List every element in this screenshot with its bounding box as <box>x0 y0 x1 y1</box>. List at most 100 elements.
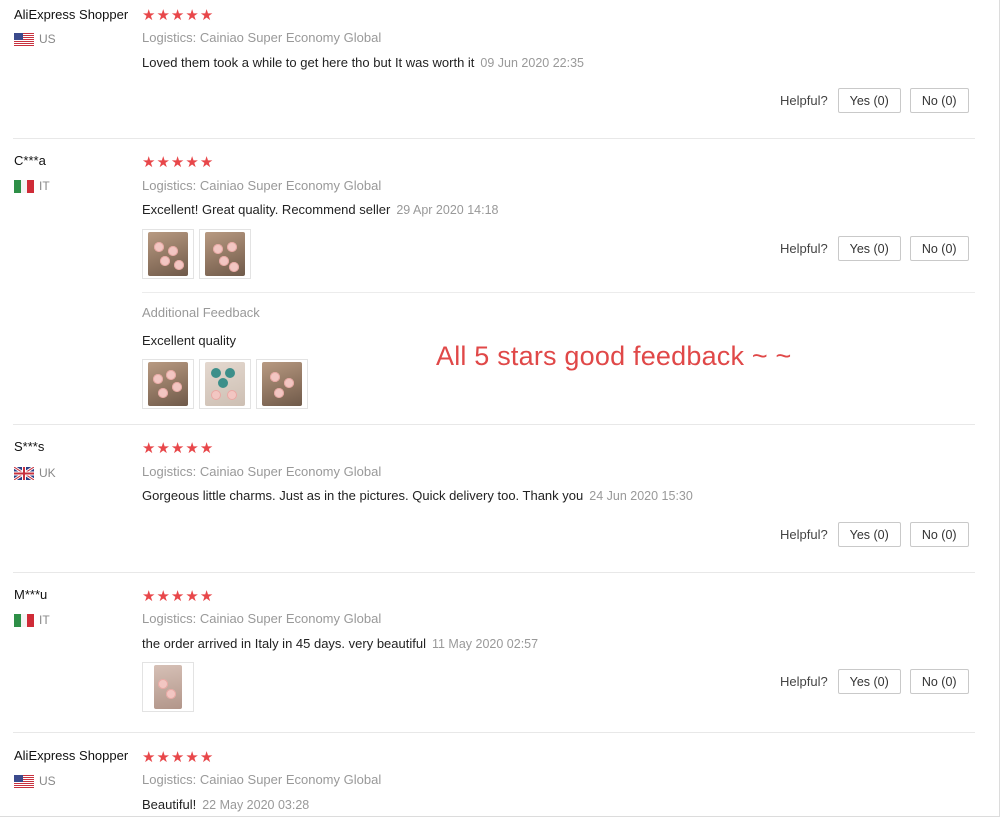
star-icon: ★ <box>156 587 170 605</box>
logistics-value: Cainiao Super Economy Global <box>199 178 382 193</box>
star-icon: ★ <box>170 587 185 605</box>
logistics-label: Logistics: <box>142 30 197 45</box>
star-rating: ★ ★ ★ ★ ★ <box>142 749 213 765</box>
uk-flag-icon <box>14 466 34 480</box>
star-rating: ★ ★ ★ ★ ★ <box>142 440 213 456</box>
star-rating: ★ ★ ★ ★ ★ <box>142 588 213 604</box>
logistics-value: Cainiao Super Economy Global <box>199 464 382 479</box>
review-photos <box>142 229 251 279</box>
promo-overlay-text: All 5 stars good feedback ~ ~ <box>436 341 792 371</box>
star-icon: ★ <box>142 6 156 24</box>
helpful-controls: Helpful? Yes (0) No (0) <box>780 236 969 261</box>
review-photo-thumbnail[interactable] <box>142 662 194 712</box>
helpful-no-button[interactable]: No (0) <box>909 88 969 113</box>
review-text-row: Loved them took a while to get here tho … <box>142 55 584 70</box>
logistics-label: Logistics: <box>142 464 197 479</box>
star-icon: ★ <box>199 748 214 766</box>
review-photo-thumbnail[interactable] <box>199 359 251 409</box>
review-text: the order arrived in Italy in 45 days. v… <box>142 636 426 651</box>
review-text: Excellent! Great quality. Recommend sell… <box>142 202 391 217</box>
helpful-yes-button[interactable]: Yes (0) <box>837 236 901 261</box>
reviewer-country: US <box>14 774 56 788</box>
review-divider <box>13 572 975 573</box>
review-text: Gorgeous little charms. Just as in the p… <box>142 488 584 503</box>
logistics-info: Logistics: Cainiao Super Economy Global <box>142 772 381 787</box>
helpful-no-button[interactable]: No (0) <box>909 522 969 547</box>
star-rating: ★ ★ ★ ★ ★ <box>142 7 213 23</box>
star-icon: ★ <box>170 439 185 457</box>
star-icon: ★ <box>185 748 199 766</box>
helpful-controls: Helpful? Yes (0) No (0) <box>780 88 969 113</box>
helpful-no-button[interactable]: No (0) <box>909 236 969 261</box>
additional-feedback-divider <box>142 292 975 293</box>
reviewer-country: UK <box>14 466 56 480</box>
helpful-yes-button[interactable]: Yes (0) <box>837 88 901 113</box>
logistics-info: Logistics: Cainiao Super Economy Global <box>142 30 381 45</box>
logistics-value: Cainiao Super Economy Global <box>199 30 382 45</box>
review-text: Loved them took a while to get here tho … <box>142 55 475 70</box>
star-icon: ★ <box>156 153 170 171</box>
star-icon: ★ <box>142 153 156 171</box>
helpful-controls: Helpful? Yes (0) No (0) <box>780 669 969 694</box>
review-date: 24 Jun 2020 15:30 <box>589 489 693 503</box>
helpful-label: Helpful? <box>780 527 828 542</box>
charm-photo <box>148 362 188 406</box>
review-divider <box>13 732 975 733</box>
helpful-yes-button[interactable]: Yes (0) <box>837 669 901 694</box>
helpful-no-button[interactable]: No (0) <box>909 669 969 694</box>
country-code: US <box>39 774 56 788</box>
logistics-info: Logistics: Cainiao Super Economy Global <box>142 464 381 479</box>
review-text-row: Excellent! Great quality. Recommend sell… <box>142 202 499 217</box>
star-icon: ★ <box>142 439 156 457</box>
review-divider <box>13 138 975 139</box>
country-code: IT <box>39 179 50 193</box>
charm-photo <box>262 362 302 406</box>
helpful-controls: Helpful? Yes (0) No (0) <box>780 522 969 547</box>
logistics-info: Logistics: Cainiao Super Economy Global <box>142 611 381 626</box>
reviewer-country: IT <box>14 613 50 627</box>
star-icon: ★ <box>170 153 185 171</box>
reviewer-name: C***a <box>14 153 46 168</box>
charm-photo <box>205 362 245 406</box>
star-icon: ★ <box>170 6 185 24</box>
star-icon: ★ <box>156 6 170 24</box>
logistics-value: Cainiao Super Economy Global <box>199 611 382 626</box>
charm-photo <box>148 232 188 276</box>
it-flag-icon <box>14 179 34 193</box>
country-code: US <box>39 32 56 46</box>
review-date: 11 May 2020 02:57 <box>431 637 539 651</box>
helpful-label: Helpful? <box>780 241 828 256</box>
review-text-row: the order arrived in Italy in 45 days. v… <box>142 636 538 651</box>
review-text-row: Beautiful! 22 May 2020 03:28 <box>142 797 309 812</box>
logistics-info: Logistics: Cainiao Super Economy Global <box>142 178 381 193</box>
star-rating: ★ ★ ★ ★ ★ <box>142 154 213 170</box>
star-icon: ★ <box>199 153 214 171</box>
review-text: Beautiful! <box>142 797 197 812</box>
review-photo-thumbnail[interactable] <box>256 359 308 409</box>
country-code: UK <box>39 466 56 480</box>
star-icon: ★ <box>199 439 214 457</box>
reviewer-name: AliExpress Shopper <box>14 7 129 22</box>
review-text-row: Gorgeous little charms. Just as in the p… <box>142 488 693 503</box>
review-photo-thumbnail[interactable] <box>142 229 194 279</box>
review-photo-thumbnail[interactable] <box>142 359 194 409</box>
review-date: 29 Apr 2020 14:18 <box>396 203 499 217</box>
star-icon: ★ <box>185 6 199 24</box>
country-code: IT <box>39 613 50 627</box>
star-icon: ★ <box>142 587 156 605</box>
logistics-value: Cainiao Super Economy Global <box>199 772 382 787</box>
helpful-yes-button[interactable]: Yes (0) <box>837 522 901 547</box>
review-photo-thumbnail[interactable] <box>199 229 251 279</box>
logistics-label: Logistics: <box>142 772 197 787</box>
star-icon: ★ <box>142 748 156 766</box>
reviewer-name: AliExpress Shopper <box>14 748 129 763</box>
star-icon: ★ <box>156 439 170 457</box>
helpful-label: Helpful? <box>780 93 828 108</box>
star-icon: ★ <box>156 748 170 766</box>
review-photos <box>142 662 194 712</box>
star-icon: ★ <box>185 439 199 457</box>
star-icon: ★ <box>199 587 214 605</box>
reviewer-country: US <box>14 32 56 46</box>
star-icon: ★ <box>185 587 199 605</box>
star-icon: ★ <box>199 6 214 24</box>
